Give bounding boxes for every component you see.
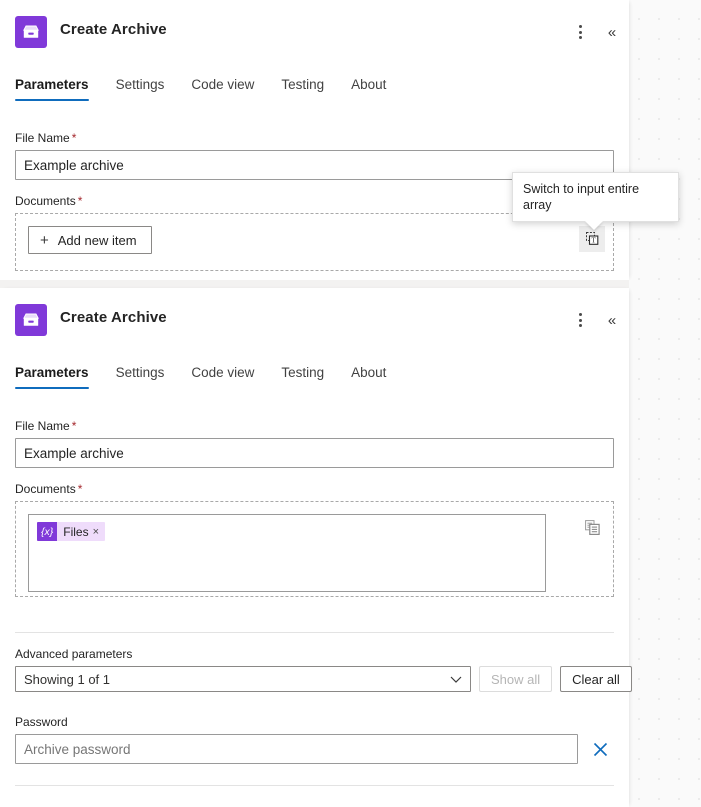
file-name-label: File Name * bbox=[15, 418, 614, 434]
add-new-item-label: Add new item bbox=[57, 232, 137, 248]
svg-text:T: T bbox=[591, 237, 596, 245]
password-row bbox=[15, 734, 614, 764]
tab-testing[interactable]: Testing bbox=[281, 77, 324, 101]
advanced-parameters-row: Showing 1 of 1 Show all Clear all bbox=[15, 666, 632, 692]
card-header: Create Archive « bbox=[0, 0, 629, 62]
close-x-icon[interactable] bbox=[588, 737, 612, 761]
tooltip-switch-array: Switch to input entire array bbox=[512, 172, 679, 230]
double-chevron-left-icon[interactable]: « bbox=[599, 307, 625, 333]
double-chevron-left-icon[interactable]: « bbox=[599, 19, 625, 45]
switch-to-array-icon[interactable] bbox=[579, 514, 605, 540]
token-chip-files[interactable]: {x} Files × bbox=[37, 522, 106, 541]
more-vertical-icon[interactable] bbox=[567, 19, 593, 45]
clear-all-button[interactable]: Clear all bbox=[560, 666, 632, 692]
card-tabs: Parameters Settings Code view Testing Ab… bbox=[0, 365, 629, 401]
action-card-top: Create Archive « Parameters Settings Cod… bbox=[0, 0, 629, 280]
password-label: Password bbox=[15, 715, 68, 729]
token-label: Files bbox=[63, 524, 89, 539]
password-section: Password bbox=[0, 714, 629, 764]
advanced-parameters-select-value: Showing 1 of 1 bbox=[24, 671, 111, 687]
documents-array-container: {x} Files × bbox=[15, 501, 614, 597]
card-tabs: Parameters Settings Code view Testing Ab… bbox=[0, 77, 629, 113]
show-all-button[interactable]: Show all bbox=[479, 666, 553, 692]
section-divider bbox=[15, 785, 614, 786]
tab-code-view[interactable]: Code view bbox=[191, 365, 254, 389]
tab-parameters[interactable]: Parameters bbox=[15, 365, 89, 389]
password-input[interactable] bbox=[15, 734, 578, 764]
expression-badge-icon: {x} bbox=[37, 522, 58, 541]
tooltip-arrow bbox=[585, 221, 603, 230]
page-title: Create Archive bbox=[60, 309, 167, 326]
tooltip-text: Switch to input entire array bbox=[523, 182, 640, 212]
archive-box-icon bbox=[15, 304, 47, 336]
tab-parameters[interactable]: Parameters bbox=[15, 77, 89, 101]
card-header: Create Archive « bbox=[0, 288, 629, 350]
parameters-form: File Name* Documents* {x} Files × bbox=[0, 418, 629, 597]
file-name-label-text: File Name bbox=[15, 419, 70, 433]
panel-separator bbox=[0, 280, 629, 288]
tab-about[interactable]: About bbox=[351, 365, 386, 389]
advanced-parameters-section: Advanced parameters Showing 1 of 1 Show … bbox=[0, 646, 632, 692]
advanced-parameters-select[interactable]: Showing 1 of 1 bbox=[15, 666, 471, 692]
required-marker: * bbox=[71, 419, 77, 433]
documents-token-editor[interactable]: {x} Files × bbox=[28, 514, 546, 592]
tab-testing[interactable]: Testing bbox=[281, 365, 324, 389]
documents-label-text: Documents bbox=[15, 482, 76, 496]
tab-settings[interactable]: Settings bbox=[116, 365, 165, 389]
chevron-down-icon bbox=[450, 672, 462, 687]
required-marker: * bbox=[77, 482, 83, 496]
plus-icon: + bbox=[40, 231, 49, 249]
token-remove-icon[interactable]: × bbox=[92, 526, 105, 538]
add-new-item-button[interactable]: + Add new item bbox=[28, 226, 152, 254]
page-title: Create Archive bbox=[60, 21, 167, 38]
tab-code-view[interactable]: Code view bbox=[191, 77, 254, 101]
tab-about[interactable]: About bbox=[351, 77, 386, 101]
action-card-bottom: Create Archive « Parameters Settings Cod… bbox=[0, 288, 632, 807]
file-name-label: File Name * bbox=[15, 130, 614, 146]
required-marker: * bbox=[77, 194, 83, 208]
required-marker: * bbox=[71, 131, 77, 145]
section-divider bbox=[15, 632, 614, 633]
tab-settings[interactable]: Settings bbox=[116, 77, 165, 101]
documents-label-text: Documents bbox=[15, 194, 76, 208]
file-name-input[interactable] bbox=[15, 438, 614, 468]
documents-label: Documents * bbox=[15, 481, 614, 497]
advanced-parameters-label: Advanced parameters bbox=[15, 647, 133, 661]
archive-box-icon bbox=[15, 16, 47, 48]
more-vertical-icon[interactable] bbox=[567, 307, 593, 333]
file-name-label-text: File Name bbox=[15, 131, 70, 145]
